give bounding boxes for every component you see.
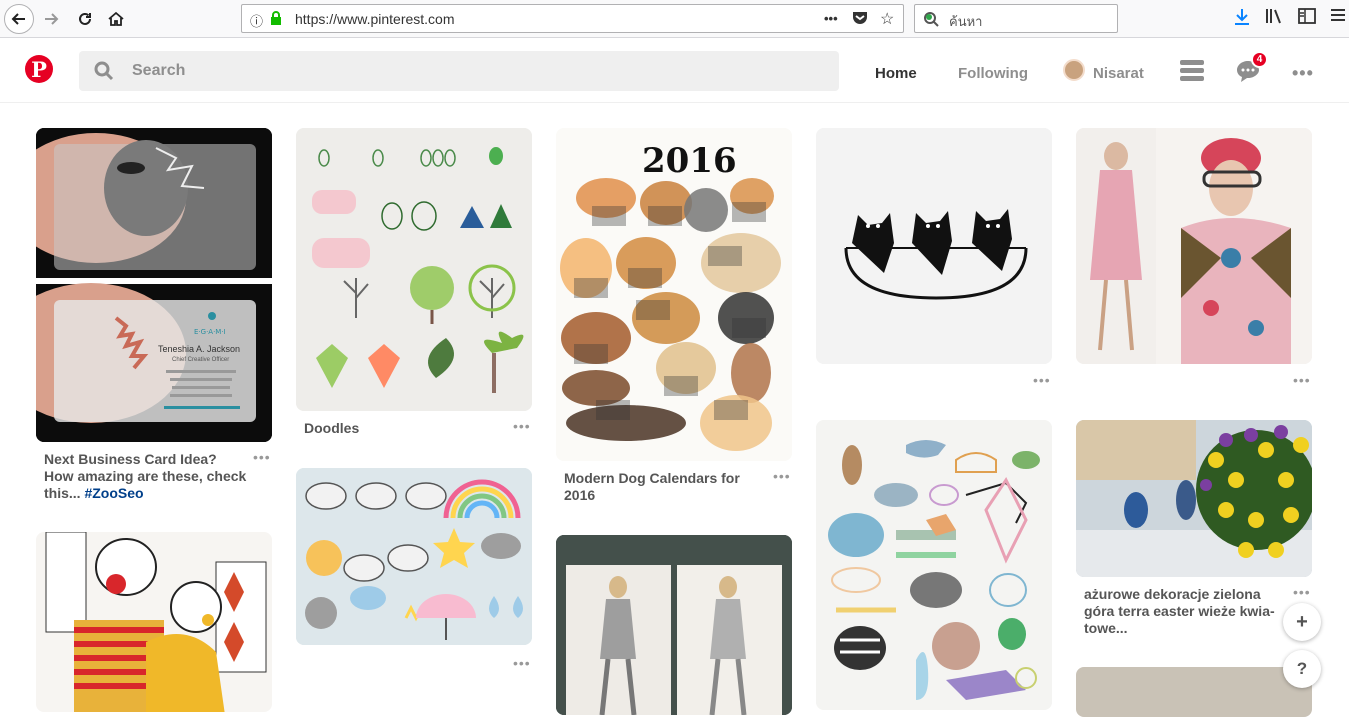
- card-brand-text: E·G·A·M·I: [194, 328, 226, 336]
- pin-image-cats[interactable]: [816, 128, 1052, 364]
- pin-more-icon[interactable]: •••: [1033, 372, 1051, 388]
- pin-more-icon[interactable]: •••: [773, 468, 791, 484]
- pin-more-icon[interactable]: •••: [1293, 372, 1311, 388]
- help-button[interactable]: ?: [1283, 650, 1321, 688]
- library-icon[interactable]: [1265, 8, 1283, 28]
- more-options-icon[interactable]: •••: [1292, 63, 1314, 84]
- pin-image-business-card[interactable]: E·G·A·M·I Teneshia A. Jackson Chief Crea…: [36, 128, 272, 442]
- weather-stickers-illustration: [296, 468, 532, 645]
- browser-search-field[interactable]: ค้นหา: [914, 4, 1118, 33]
- animals-doodle-illustration: [816, 420, 1052, 710]
- pin-image-doodles[interactable]: [296, 128, 532, 411]
- boards-menu-icon[interactable]: [1180, 60, 1204, 87]
- pin-image-weather-stickers[interactable]: [296, 468, 532, 645]
- calendar-year-text: 2016: [642, 141, 737, 181]
- pin-more-icon[interactable]: •••: [513, 655, 531, 671]
- pin-hashtag[interactable]: #ZooSeo: [84, 485, 143, 501]
- search-input[interactable]: Search: [79, 51, 839, 91]
- search-icon: [94, 61, 114, 86]
- page-actions-icon[interactable]: •••: [824, 11, 838, 26]
- business-card-illustration: E·G·A·M·I Teneshia A. Jackson Chief Crea…: [36, 128, 272, 442]
- download-icon[interactable]: [1234, 8, 1250, 30]
- browser-search-placeholder: ค้นหา: [949, 15, 983, 30]
- gucci-fashion-illustration: [1076, 128, 1312, 364]
- pin-image-dog-calendar[interactable]: 2016: [556, 128, 792, 461]
- url-text: https://www.pinterest.com: [295, 11, 455, 27]
- pocket-icon[interactable]: [852, 11, 868, 28]
- pin-image-fashion-sketch[interactable]: [556, 535, 792, 715]
- info-icon[interactable]: ⓘ: [250, 11, 263, 30]
- sidebar-icon[interactable]: [1298, 8, 1316, 28]
- back-arrow-icon: [11, 13, 25, 25]
- pin-image-illustration[interactable]: [36, 532, 272, 712]
- home-icon: [108, 11, 124, 26]
- nav-home[interactable]: Home: [875, 65, 917, 82]
- notification-badge: 4: [1251, 51, 1268, 68]
- reload-icon: [79, 12, 91, 25]
- pin-more-icon[interactable]: •••: [253, 449, 271, 465]
- bookmark-star-icon[interactable]: ☆: [880, 9, 894, 29]
- pin-image-animals[interactable]: [816, 420, 1052, 710]
- browser-toolbar: ⓘ https://www.pinterest.com ••• ☆ ค้นหา: [0, 0, 1349, 38]
- address-bar[interactable]: ⓘ https://www.pinterest.com ••• ☆: [241, 4, 904, 33]
- pin-title[interactable]: Modern Dog Calendars for 2016: [564, 470, 764, 504]
- search-engine-icon: [923, 11, 939, 32]
- menu-icon[interactable]: [1330, 8, 1346, 26]
- nav-following[interactable]: Following: [958, 65, 1028, 82]
- dog-calendar-illustration: 2016: [556, 128, 792, 461]
- reload-button[interactable]: [70, 4, 100, 34]
- cats-illustration: [816, 128, 1052, 364]
- forward-button[interactable]: [36, 4, 66, 34]
- forward-arrow-icon: [45, 13, 59, 25]
- back-button[interactable]: [4, 4, 34, 34]
- pinterest-logo-icon[interactable]: P: [25, 55, 53, 83]
- pin-image-partial[interactable]: [1076, 667, 1312, 717]
- pin-more-icon[interactable]: •••: [513, 418, 531, 434]
- pin-image-flower-tower[interactable]: [1076, 420, 1312, 577]
- fashion-sketch-illustration: [556, 535, 792, 715]
- flower-tower-photo: [1076, 420, 1312, 577]
- tree-doodles-illustration: [296, 128, 532, 411]
- pin-title[interactable]: ażurowe dekoracje zielona góra terra eas…: [1084, 586, 1284, 637]
- add-pin-button[interactable]: +: [1283, 603, 1321, 641]
- pin-title[interactable]: Doodles: [304, 420, 504, 437]
- home-button[interactable]: [101, 4, 131, 34]
- lock-icon[interactable]: [270, 11, 282, 28]
- pin-more-icon[interactable]: •••: [1293, 584, 1311, 600]
- search-placeholder: Search: [132, 62, 186, 79]
- pinterest-header: P Search Home Following Nisarat 4 •••: [0, 39, 1349, 103]
- pin-image-fashion-gucci[interactable]: [1076, 128, 1312, 364]
- couple-illustration: [36, 532, 272, 712]
- avatar[interactable]: [1063, 59, 1085, 81]
- nav-profile[interactable]: Nisarat: [1093, 65, 1144, 82]
- card-name-text: Teneshia A. Jackson: [158, 344, 240, 354]
- pin-title[interactable]: Next Business Card Idea? How amazing are…: [44, 451, 249, 502]
- card-role-text: Chief Creative Officer: [172, 357, 229, 363]
